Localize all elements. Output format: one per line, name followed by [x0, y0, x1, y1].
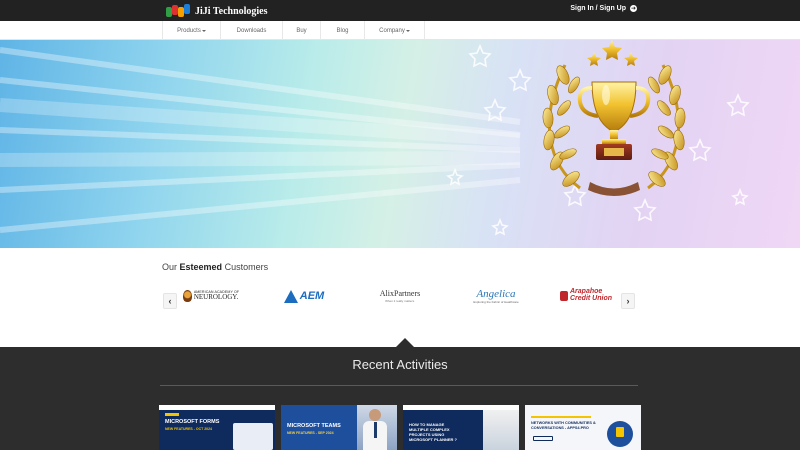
nav-company-label: Company [379, 27, 405, 34]
nav-blog-label: Blog [336, 27, 349, 34]
customers-heading-prefix: Our [162, 262, 178, 272]
card-tag [531, 416, 591, 418]
card-meeting-image [483, 410, 519, 450]
carousel-prev-button[interactable]: ‹ [163, 293, 177, 309]
card-title-line2: CONVERSATIONS - APPS4.PRO [531, 426, 589, 430]
card-read-more-badge [533, 436, 553, 441]
caret-down-icon [201, 29, 206, 32]
card-title-line4: MICROSOFT PLANNER ? [409, 437, 457, 442]
card-title: MICROSOFT FORMS [165, 419, 220, 425]
card-person-image [357, 405, 397, 450]
aan-emblem-icon [182, 290, 192, 302]
nav-blog[interactable]: Blog [321, 21, 365, 40]
main-nav: Products Downloads Buy Blog Company [0, 21, 800, 40]
customer-logo-aan[interactable]: AMERICAN ACADEMY OF NEUROLOGY. [180, 276, 242, 316]
card-title-line1: NETWORKS WITH COMMUNITIES & [531, 421, 596, 425]
arapahoe-logo-line2: Credit Union [570, 295, 612, 302]
aem-logo-text: AEM [299, 290, 325, 302]
activity-card-forms[interactable]: MICROSOFT FORMS NEW FEATURES - OCT 2024 [159, 405, 275, 450]
activity-card-teams[interactable]: MICROSOFT TEAMS NEW FEATURES - SEP 2024 [281, 405, 397, 450]
top-bar: JiJi Technologies Sign In / Sign Up ➜ [0, 0, 800, 21]
card-top-strip [159, 405, 275, 410]
nav-buy[interactable]: Buy [283, 21, 321, 40]
jiji-logo-icon [166, 4, 192, 18]
card-title: MICROSOFT TEAMS [287, 423, 341, 429]
card-network-image [607, 421, 633, 447]
angelica-logo-line1: Angelica [476, 287, 516, 300]
customer-logo-arapahoe[interactable]: Arapahoe Credit Union [560, 276, 612, 316]
activity-card-apps4pro[interactable]: NETWORKS WITH COMMUNITIES & CONVERSATION… [525, 405, 641, 450]
card-screenshot-image [233, 423, 273, 450]
customers-heading-bold: Esteemed [179, 262, 223, 272]
sign-in-label: Sign In / Sign Up [570, 5, 626, 12]
aem-triangle-icon [283, 289, 298, 303]
nav-buy-label: Buy [296, 27, 307, 34]
chevron-left-icon: ‹ [168, 296, 172, 306]
arapahoe-emblem-icon [560, 291, 568, 301]
hero-banner [0, 40, 800, 248]
customer-logo-angelica[interactable]: Angelica Exploring the Fabric of Healthc… [469, 276, 523, 316]
customers-heading: Our Esteemed Customers [162, 262, 268, 272]
nav-products-label: Products [177, 27, 201, 34]
section-pointer [396, 338, 414, 347]
aan-logo-line2: NEUROLOGY. [193, 293, 239, 302]
brand-name: JiJi Technologies [195, 5, 268, 17]
carousel-next-button[interactable]: › [621, 293, 635, 309]
alixpartners-logo-line2: When it really matters. [385, 298, 415, 303]
angelica-logo-line2: Exploring the Fabric of Healthcare [473, 299, 519, 304]
card-subtitle: NEW FEATURES - SEP 2024 [287, 431, 334, 435]
hero-background-art [0, 40, 750, 236]
customer-logo-alixpartners[interactable]: AlixPartners When it really matters. [376, 276, 424, 316]
chevron-right-icon: › [626, 296, 630, 306]
customers-heading-suffix: Customers [224, 262, 269, 272]
card-tag [165, 413, 179, 416]
activity-card-planner[interactable]: HOW TO MANAGE MULTIPLE COMPLEX PROJECTS … [403, 405, 519, 450]
customer-logo-aem[interactable]: AEM [280, 276, 328, 316]
nav-downloads[interactable]: Downloads [221, 21, 283, 40]
nav-company[interactable]: Company [365, 21, 425, 40]
card-subtitle: NEW FEATURES - OCT 2024 [165, 427, 212, 431]
sign-in-link[interactable]: Sign In / Sign Up ➜ [570, 5, 637, 12]
recent-activities-title: Recent Activities [352, 357, 448, 372]
nav-downloads-label: Downloads [236, 27, 267, 34]
caret-down-icon [405, 29, 410, 32]
brand-logo[interactable]: JiJi Technologies [166, 3, 268, 19]
recent-activities-divider [160, 385, 638, 386]
arrow-right-circle-icon: ➜ [630, 5, 637, 12]
alixpartners-logo-line1: AlixPartners [379, 288, 421, 298]
nav-products[interactable]: Products [163, 21, 221, 40]
